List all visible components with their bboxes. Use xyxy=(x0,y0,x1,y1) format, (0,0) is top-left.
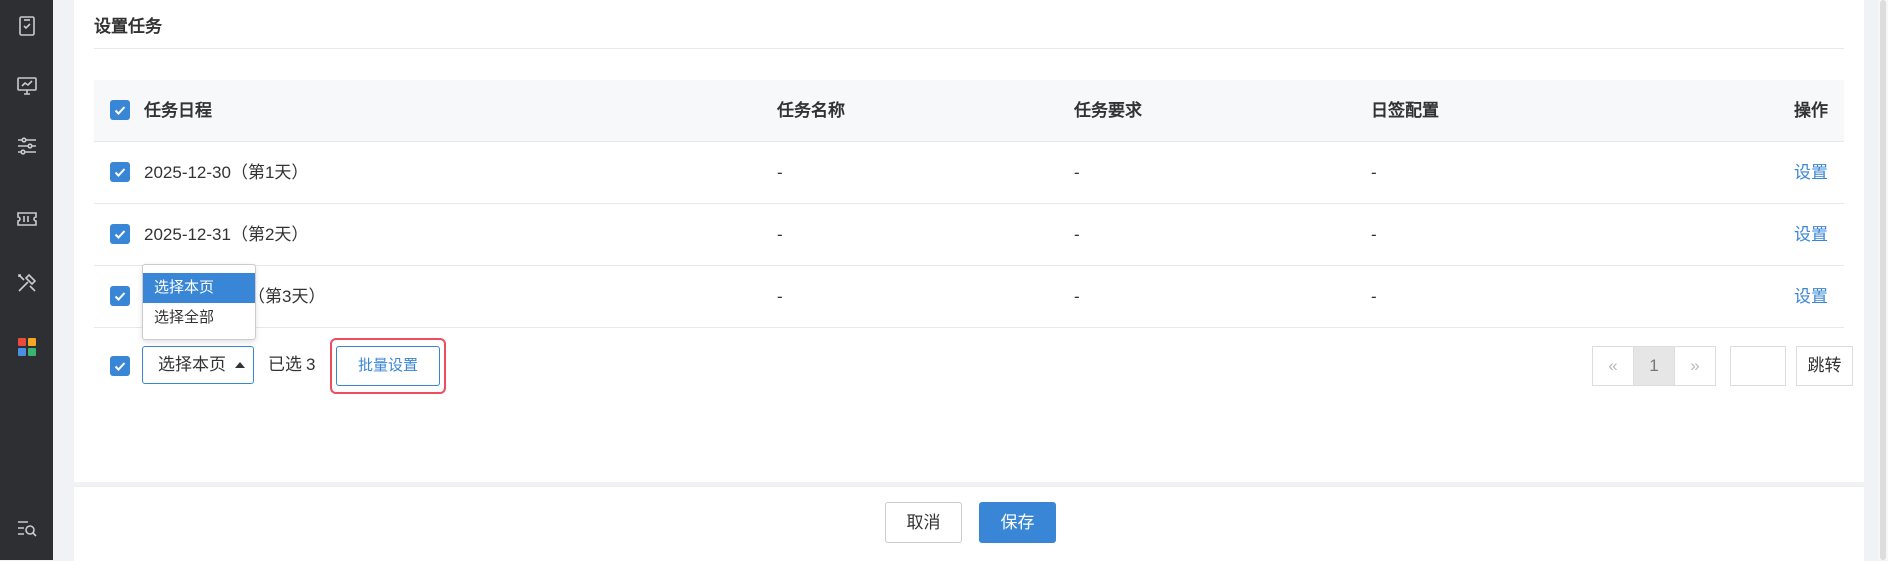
header-sign: 日签配置 xyxy=(1371,101,1439,120)
caret-up-icon xyxy=(235,362,245,368)
tools-icon[interactable] xyxy=(14,270,40,296)
row-set-link[interactable]: 设置 xyxy=(1794,266,1828,327)
row-requirement: - xyxy=(1074,287,1080,306)
row-checkbox[interactable] xyxy=(110,286,130,306)
row-name: - xyxy=(777,225,783,244)
document-check-icon[interactable] xyxy=(14,13,40,39)
task-table: 任务日程 任务名称 任务要求 日签配置 操作 2025-12-30（第1天） -… xyxy=(94,80,1844,328)
sliders-icon[interactable] xyxy=(14,133,40,159)
batch-highlight: 批量设置 xyxy=(330,338,446,394)
sidebar xyxy=(0,0,53,560)
main-panel: 设置任务 任务日程 任务名称 任务要求 日签配置 操作 2025-12-30（第… xyxy=(74,0,1864,482)
selection-scope-value: 选择本页 xyxy=(158,355,226,374)
page-1-button[interactable]: 1 xyxy=(1633,347,1675,385)
header-date: 任务日程 xyxy=(144,101,212,120)
table-row: 2025-12-30（第1天） - - - 设置 xyxy=(94,142,1844,204)
save-button[interactable]: 保存 xyxy=(979,502,1056,543)
selection-scope-dropdown: 选择本页 选择全部 xyxy=(142,264,256,340)
search-list-icon[interactable] xyxy=(14,515,40,541)
header-name: 任务名称 xyxy=(777,101,845,120)
jump-button[interactable]: 跳转 xyxy=(1796,346,1853,386)
pagination: « 1 » xyxy=(1592,346,1716,386)
row-requirement: - xyxy=(1074,225,1080,244)
check-icon xyxy=(114,292,126,301)
row-sign: - xyxy=(1371,287,1377,306)
jump-page-input[interactable] xyxy=(1730,346,1786,386)
title-divider xyxy=(94,48,1844,49)
row-name: - xyxy=(777,163,783,182)
batch-checkbox[interactable] xyxy=(110,356,130,376)
row-sign: - xyxy=(1371,225,1377,244)
row-set-link[interactable]: 设置 xyxy=(1794,142,1828,203)
check-icon xyxy=(114,362,126,371)
section-title: 设置任务 xyxy=(94,17,162,36)
select-all-checkbox[interactable] xyxy=(110,100,130,120)
next-page-button[interactable]: » xyxy=(1675,347,1715,385)
batch-set-button[interactable]: 批量设置 xyxy=(336,346,440,386)
row-checkbox[interactable] xyxy=(110,224,130,244)
prev-page-button[interactable]: « xyxy=(1593,347,1633,385)
selected-count: 已选 3 xyxy=(268,346,315,384)
selected-number: 3 xyxy=(306,355,316,374)
check-icon xyxy=(114,168,126,177)
scrollbar-thumb[interactable] xyxy=(1880,0,1886,560)
row-checkbox[interactable] xyxy=(110,162,130,182)
apps-grid-icon[interactable] xyxy=(14,334,40,360)
batch-toolbar: 选择本页 已选 3 批量设置 « 1 » 跳转 xyxy=(94,338,1853,394)
row-set-link[interactable]: 设置 xyxy=(1794,204,1828,265)
table-row: （第3天） - - - 设置 xyxy=(94,266,1844,328)
selection-scope-select[interactable]: 选择本页 xyxy=(142,346,254,384)
cancel-button[interactable]: 取消 xyxy=(885,502,962,543)
check-icon xyxy=(114,230,126,239)
scrollbar[interactable] xyxy=(1878,0,1888,560)
ticket-icon[interactable] xyxy=(14,206,40,232)
header-action: 操作 xyxy=(1794,101,1828,120)
row-requirement: - xyxy=(1074,163,1080,182)
option-select-page[interactable]: 选择本页 xyxy=(143,273,255,303)
row-date: 2025-12-31（第2天） xyxy=(144,225,309,244)
check-icon xyxy=(114,106,126,115)
monitor-chart-icon[interactable] xyxy=(14,73,40,99)
option-select-all[interactable]: 选择全部 xyxy=(143,303,255,333)
row-sign: - xyxy=(1371,163,1377,182)
row-date: 2025-12-30（第1天） xyxy=(144,163,309,182)
row-name: - xyxy=(777,287,783,306)
selected-label: 已选 xyxy=(268,355,302,374)
row-date: （第3天） xyxy=(248,287,326,306)
table-header-row: 任务日程 任务名称 任务要求 日签配置 操作 xyxy=(94,80,1844,142)
header-requirement: 任务要求 xyxy=(1074,101,1142,120)
table-row: 2025-12-31（第2天） - - - 设置 xyxy=(94,204,1844,266)
bottom-action-bar: 取消 保存 xyxy=(74,486,1864,561)
